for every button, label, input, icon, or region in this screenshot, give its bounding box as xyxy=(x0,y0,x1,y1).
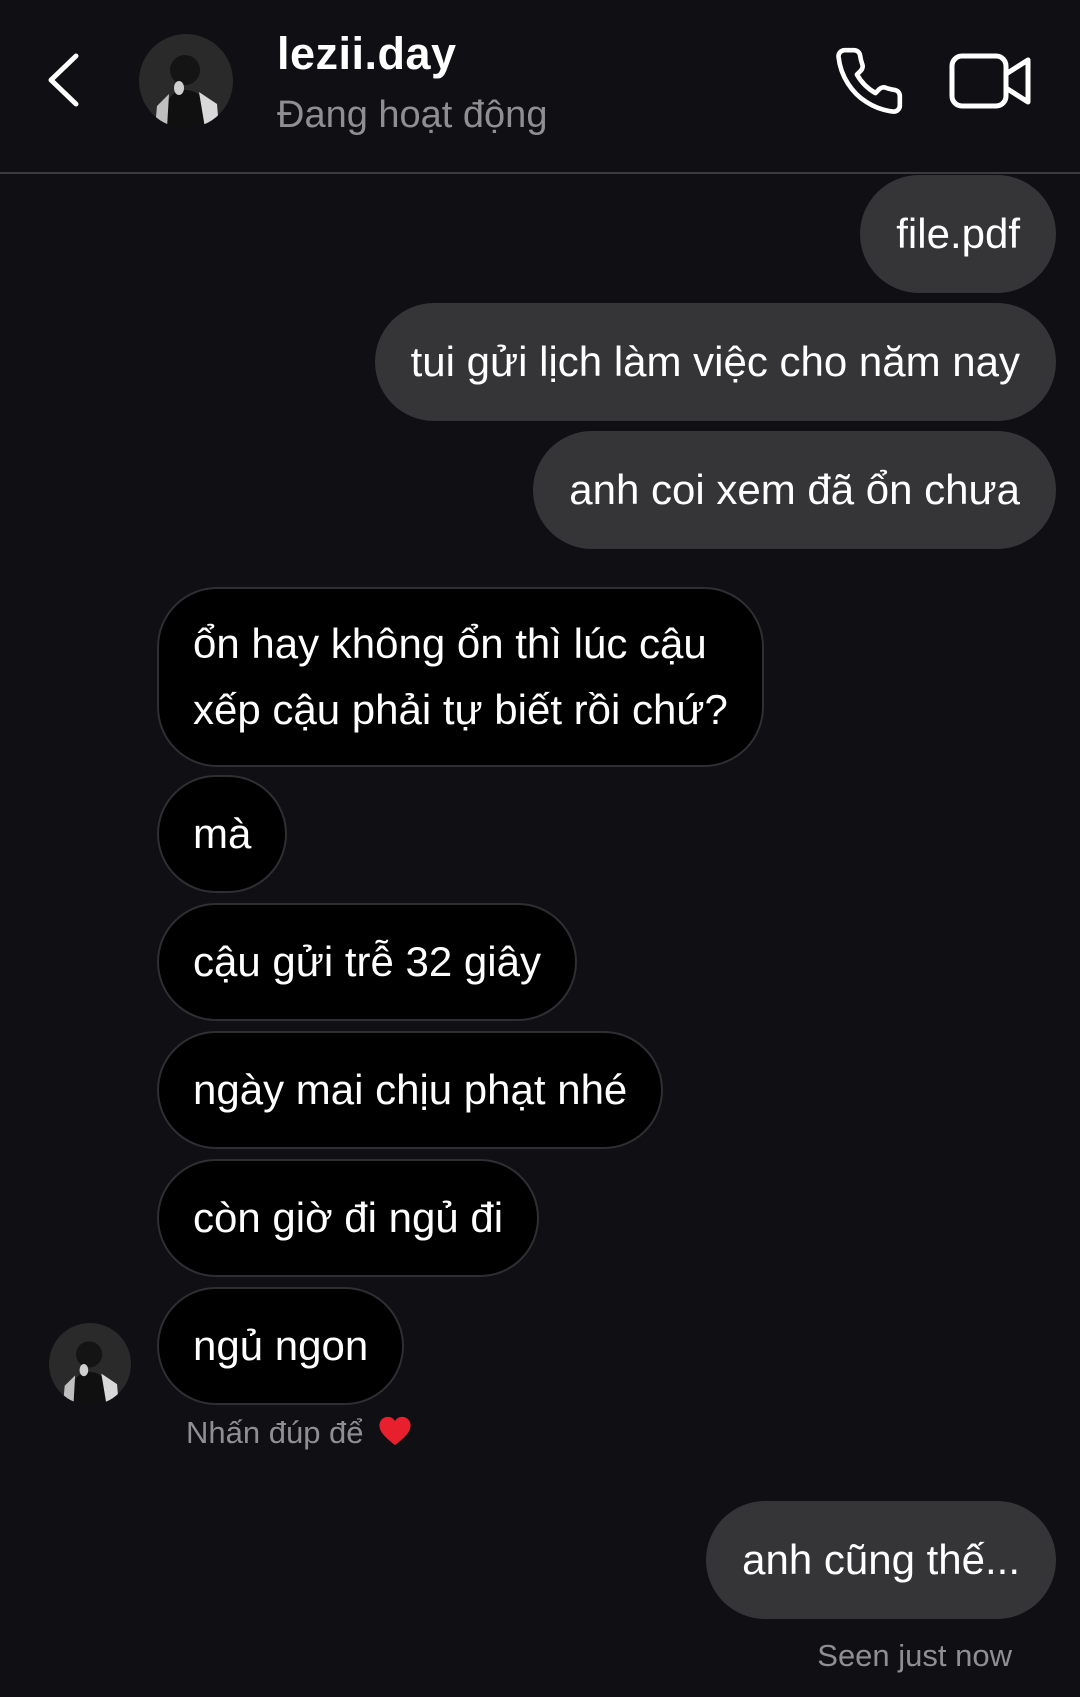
sent-message[interactable]: tui gửi lịch làm việc cho năm nay xyxy=(374,303,1056,421)
video-call-button[interactable] xyxy=(948,50,1034,112)
message-line: ổn hay không ổn thì lúc cậu xyxy=(193,620,707,667)
chevron-left-icon xyxy=(48,53,79,107)
double-tap-hint: Nhấn đúp để xyxy=(186,1415,412,1455)
phone-icon xyxy=(836,47,903,114)
sent-message[interactable]: anh coi xem đã ổn chưa xyxy=(533,431,1056,549)
voice-call-button[interactable] xyxy=(832,44,906,118)
sender-avatar[interactable] xyxy=(49,1323,131,1405)
received-message[interactable]: ngày mai chịu phạt nhé xyxy=(157,1031,664,1149)
received-message[interactable]: còn giờ đi ngủ đi xyxy=(157,1159,540,1277)
received-message[interactable]: ngủ ngon xyxy=(157,1287,405,1405)
sent-message[interactable]: file.pdf xyxy=(860,175,1056,293)
message-line: xếp cậu phải tự biết rồi chứ? xyxy=(193,686,728,733)
received-message[interactable]: ổn hay không ổn thì lúc cậu xếp cậu phải… xyxy=(157,587,764,767)
avatar[interactable] xyxy=(139,34,233,128)
sent-message[interactable]: anh cũng thế... xyxy=(706,1501,1056,1619)
back-button[interactable] xyxy=(38,48,88,112)
active-status: Đang hoạt động xyxy=(277,94,548,136)
heart-icon xyxy=(378,1415,412,1455)
video-camera-icon xyxy=(949,53,1031,109)
contact-username[interactable]: lezii.day xyxy=(277,28,457,80)
hint-text: Nhấn đúp để xyxy=(186,1415,364,1450)
received-message[interactable]: mà xyxy=(157,775,288,893)
received-message[interactable]: cậu gửi trễ 32 giây xyxy=(157,903,577,1021)
seen-status: Seen just now xyxy=(817,1638,1012,1673)
chat-header: lezii.day Đang hoạt động xyxy=(0,0,1080,174)
